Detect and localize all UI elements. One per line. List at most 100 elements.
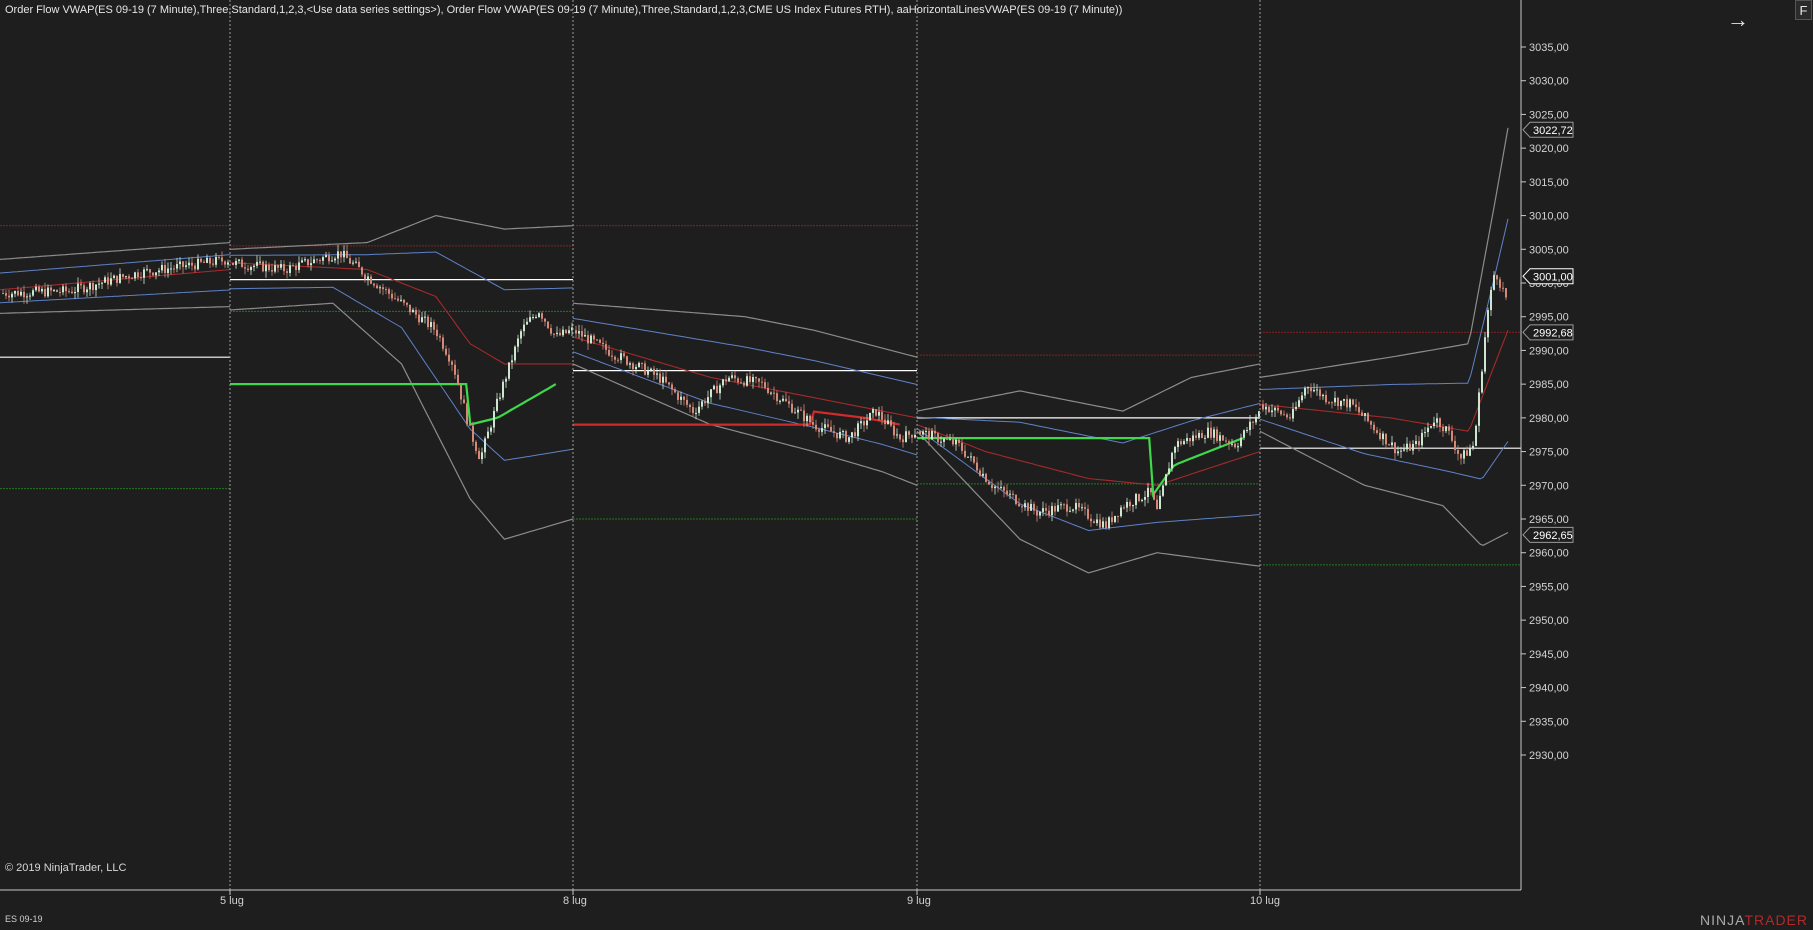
candle-body (680, 396, 682, 400)
candle-body (1373, 424, 1375, 431)
time-tick-label: 8 lug (563, 895, 587, 907)
candle-body (1114, 515, 1116, 522)
candle-body (191, 262, 193, 266)
candle-body (994, 486, 996, 489)
candle-body (1249, 421, 1251, 431)
outer-band-lower (229, 302, 574, 540)
candle-body (1177, 441, 1179, 448)
time-axis[interactable]: 5 lug 8 lug 9 lug 10 lug (220, 890, 1280, 907)
candle-body (550, 328, 552, 334)
vwap-line (1259, 330, 1509, 432)
outer-band-upper (1259, 127, 1509, 378)
candle-body (62, 286, 64, 293)
candle-body (221, 257, 223, 262)
candle-body (1421, 432, 1423, 446)
candle-body (1138, 493, 1140, 501)
candle-body (268, 264, 270, 270)
price-tick-label: 3025,00 (1529, 109, 1569, 121)
candle-body (472, 425, 474, 442)
candle-body (659, 373, 661, 383)
candle-body (1207, 427, 1209, 438)
candle-body (493, 410, 495, 428)
candle-body (605, 344, 607, 350)
candle-body (1030, 503, 1032, 511)
candle-body (728, 377, 730, 382)
candle-body (1054, 506, 1056, 512)
candle-body (355, 261, 357, 263)
candle-body (200, 258, 202, 262)
candle-body (863, 421, 865, 426)
candle-body (376, 285, 378, 289)
candle-body (1018, 504, 1020, 507)
candle-body (1331, 402, 1333, 404)
candle-body (307, 259, 309, 266)
candle-body (232, 262, 234, 265)
candle-body (122, 274, 124, 277)
candle-body (1388, 444, 1390, 446)
candle-body (505, 378, 507, 382)
candle-body (328, 255, 330, 262)
price-tick-label: 3005,00 (1529, 244, 1569, 256)
candle-body (173, 268, 175, 270)
candle-body (1376, 430, 1378, 433)
candle-body (1382, 433, 1384, 440)
candle-body (1412, 444, 1414, 451)
candle-body (59, 291, 61, 293)
price-axis[interactable]: 3035,00 3030,00 3025,00 3020,00 3015,00 3010,… (0, 0, 1569, 891)
f-button[interactable]: F (1795, 0, 1812, 20)
candle-body (1174, 447, 1176, 453)
candle-body (352, 262, 354, 264)
candle-body (1319, 389, 1321, 397)
time-tick-label: 10 lug (1250, 895, 1280, 907)
candle-body (593, 335, 595, 340)
candle-body (361, 267, 363, 275)
candle-body (794, 412, 796, 414)
inner-band-lower (572, 351, 918, 456)
candle-body (575, 330, 577, 334)
candle-body (740, 382, 742, 384)
rth-vwap-line (230, 383, 557, 426)
candle-body (1147, 487, 1149, 497)
brand-suffix: TRADER (1744, 912, 1808, 928)
candle-body (1144, 496, 1146, 500)
candle-body (1394, 442, 1396, 454)
candle-body (668, 382, 670, 385)
candle-body (185, 265, 187, 267)
candle-body (1322, 394, 1324, 397)
candle-body (556, 332, 558, 334)
candle-body (256, 261, 258, 266)
candle-body (35, 286, 37, 291)
candle-body (952, 439, 954, 445)
candle-body (559, 332, 561, 336)
candle-body (469, 424, 471, 426)
candle-body (707, 397, 709, 404)
candle-body (442, 337, 444, 349)
candle-body (409, 304, 411, 313)
candle-body (1090, 518, 1092, 522)
candle-body (647, 370, 649, 375)
candle-body (119, 274, 121, 283)
candle-body (1009, 493, 1011, 495)
price-tick-label: 3020,00 (1529, 143, 1569, 155)
arrow-right-icon[interactable]: → (1724, 6, 1752, 34)
candle-body (244, 267, 246, 269)
candle-body (686, 399, 688, 405)
candle-body (815, 424, 817, 430)
candle-body (1460, 453, 1462, 459)
price-chart[interactable]: 3035,00 3030,00 3025,00 3020,00 3015,00 3010,… (0, 0, 1813, 930)
candle-body (1346, 399, 1348, 408)
candle-body (614, 356, 616, 360)
candle-body (95, 284, 97, 291)
candle-body (131, 278, 133, 280)
candle-body (1075, 503, 1077, 510)
candle-body (1280, 410, 1282, 415)
candle-body (152, 272, 154, 276)
candle-body (274, 265, 276, 272)
inner-band-lower (0, 289, 231, 304)
candle-body (1000, 486, 1002, 488)
candle-body (424, 316, 426, 318)
candle-body (391, 293, 393, 299)
candle-body (797, 409, 799, 413)
candle-body (919, 431, 921, 435)
candle-body (568, 330, 570, 334)
